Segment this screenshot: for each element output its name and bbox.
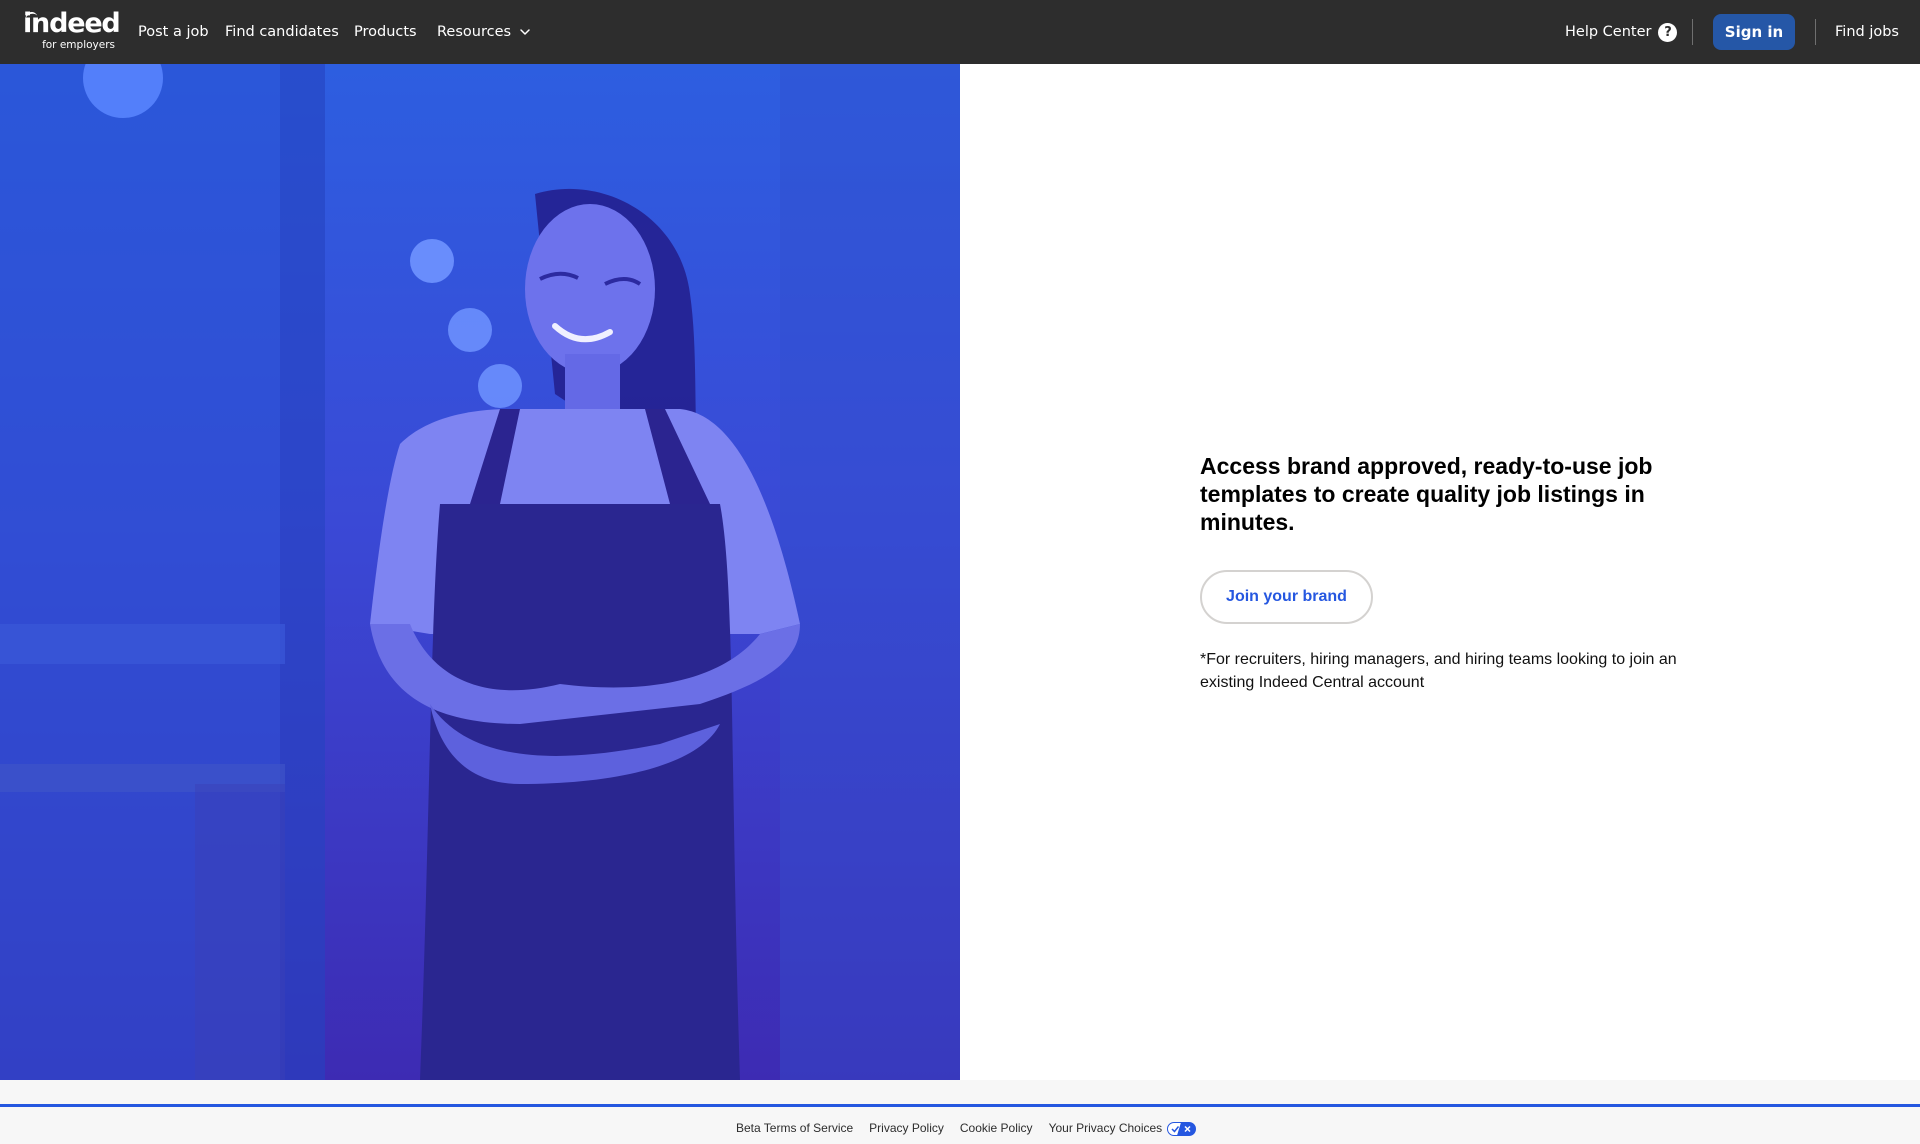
question-mark-icon: ? bbox=[1658, 22, 1678, 42]
nav-products[interactable]: Products bbox=[354, 0, 417, 64]
nav-resources-label: Resources bbox=[437, 24, 512, 40]
sign-in-button[interactable]: Sign in bbox=[1713, 14, 1795, 50]
nav-post-a-job[interactable]: Post a job bbox=[138, 0, 209, 64]
logo-wordmark: indeed bbox=[23, 8, 121, 39]
top-navigation-bar: indeed for employers Post a job Find can… bbox=[0, 0, 1920, 64]
logo-subtitle: for employers bbox=[42, 39, 115, 51]
hero-photo-woman-in-apron bbox=[0, 64, 960, 1080]
hero-photo-illustration bbox=[0, 64, 960, 1080]
chevron-down-icon bbox=[520, 29, 530, 35]
join-your-brand-button[interactable]: Join your brand bbox=[1200, 570, 1373, 624]
header-divider bbox=[1815, 19, 1816, 45]
footer-spacer bbox=[0, 1080, 1920, 1105]
nav-resources-dropdown[interactable]: Resources bbox=[437, 0, 531, 64]
help-center-label: Help Center bbox=[1565, 24, 1652, 40]
hero-heading: Access brand approved, ready-to-use job … bbox=[1200, 453, 1653, 535]
hero-content: Access brand approved, ready-to-use job … bbox=[1200, 452, 1700, 694]
footer-link-beta-terms[interactable]: Beta Terms of Service bbox=[736, 1121, 853, 1135]
privacy-choices-label: Your Privacy Choices bbox=[1048, 1121, 1163, 1135]
nav-find-candidates[interactable]: Find candidates bbox=[225, 0, 339, 64]
help-center-link[interactable]: Help Center ? bbox=[1565, 0, 1678, 64]
find-jobs-link[interactable]: Find jobs bbox=[1835, 0, 1899, 64]
footer-links: Beta Terms of Service Privacy Policy Coo… bbox=[736, 1121, 1196, 1136]
footer-link-privacy-choices[interactable]: Your Privacy Choices bbox=[1049, 1121, 1196, 1136]
indeed-for-employers-logo[interactable]: indeed for employers bbox=[23, 8, 121, 52]
footer-link-privacy-policy[interactable]: Privacy Policy bbox=[869, 1121, 944, 1135]
footer-link-cookie-policy[interactable]: Cookie Policy bbox=[960, 1121, 1033, 1135]
header-divider bbox=[1692, 19, 1693, 45]
privacy-choices-toggle-icon bbox=[1166, 1121, 1196, 1136]
footer: Beta Terms of Service Privacy Policy Coo… bbox=[0, 1107, 1920, 1144]
hero-footnote: *For recruiters, hiring managers, and hi… bbox=[1200, 651, 1677, 691]
